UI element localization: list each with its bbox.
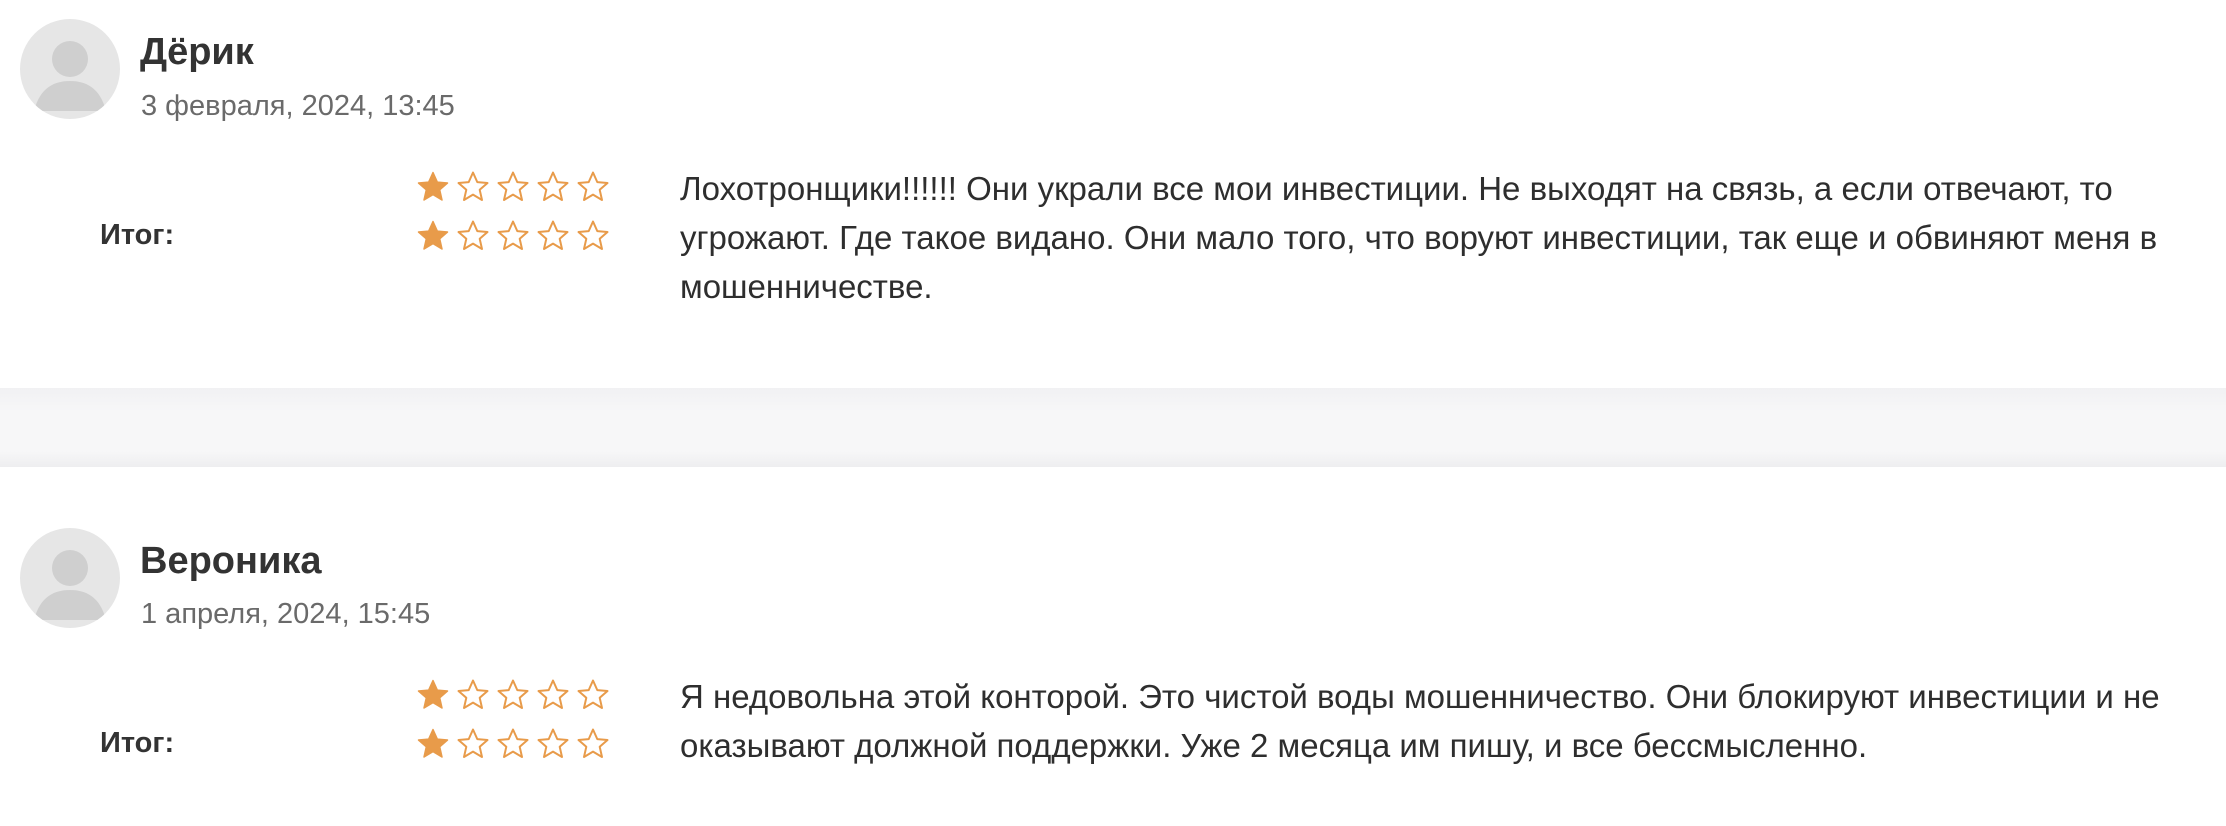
review-author: Дёрик [140,31,254,73]
review-text: Я недовольна этой конторой. Это чистой в… [680,678,2160,764]
star-outline-icon [457,220,489,250]
review-card: Вероника 1 апреля, 2024, 15:45 Итог: Я н… [0,467,2226,826]
star-outline-icon [497,728,529,758]
star-outline-icon [497,679,529,709]
star-filled-icon [417,220,449,250]
star-outline-icon [577,728,609,758]
star-outline-icon [497,220,529,250]
star-outline-icon [457,679,489,709]
avatar-placeholder-icon [20,528,120,628]
star-outline-icon [577,220,609,250]
star-outline-icon [577,679,609,709]
total-label: Итог: [100,727,175,759]
review-author: Вероника [140,540,322,582]
review-card: Дёрик 3 февраля, 2024, 13:45 Итог: Лохот… [0,0,2226,388]
star-filled-icon [417,171,449,201]
rating-stars [416,170,610,204]
review-separator [0,388,2226,467]
review-date: 3 февраля, 2024, 13:45 [141,90,455,122]
star-outline-icon [497,171,529,201]
total-label: Итог: [100,219,175,251]
star-filled-icon [417,679,449,709]
star-outline-icon [537,171,569,201]
star-outline-icon [457,171,489,201]
avatar-placeholder-icon [20,19,120,119]
review-text: Лохотронщики!!!!!! Они украли все мои ин… [680,170,2158,305]
rating-stars [416,678,610,712]
star-outline-icon [457,728,489,758]
review-date: 1 апреля, 2024, 15:45 [141,598,431,630]
star-outline-icon [537,728,569,758]
star-outline-icon [577,171,609,201]
total-rating-stars [416,219,610,253]
star-filled-icon [417,728,449,758]
star-outline-icon [537,220,569,250]
total-rating-stars [416,727,610,761]
star-outline-icon [537,679,569,709]
